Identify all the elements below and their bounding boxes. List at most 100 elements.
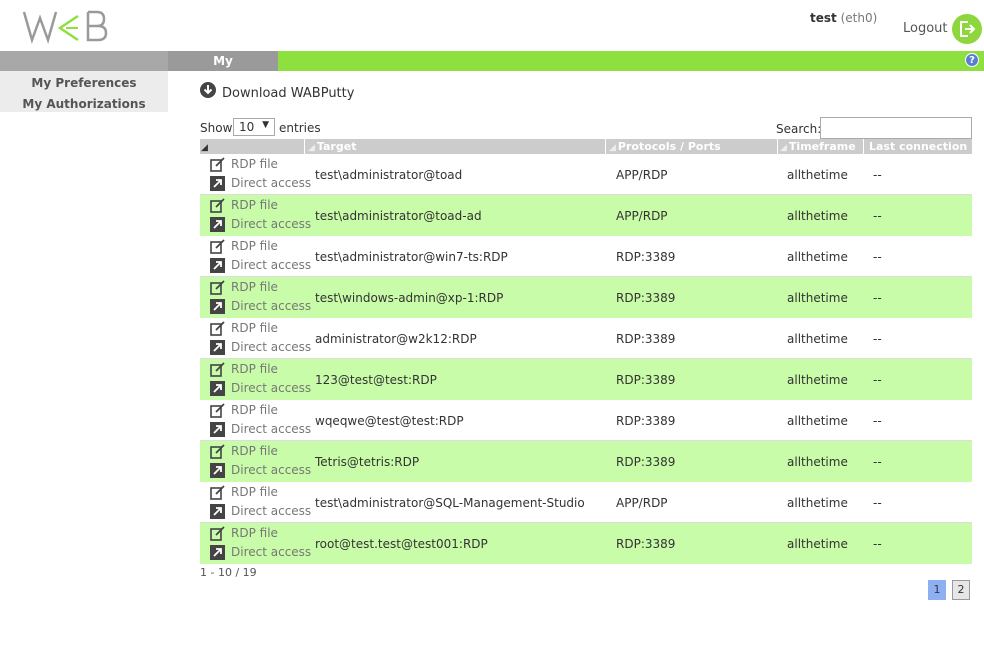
chevron-down-icon: ▼ [262,120,269,130]
show-label: Show [200,121,233,135]
external-link-icon [210,545,225,560]
sidebar: My Preferences My Authorizations [0,71,168,112]
edit-icon [210,362,225,377]
last-connection-cell: -- [873,537,882,551]
interface-label: (eth0) [840,11,878,25]
table-row: RDP file Direct access wqeqwe@test@test:RD… [200,400,972,441]
target-cell: Tetris@tetris:RDP [315,455,420,469]
last-connection-cell: -- [873,291,882,305]
target-cell: administrator@w2k12:RDP [315,332,477,346]
sort-icon: ◢ [609,143,616,153]
wab-logo [22,8,112,45]
timeframe-cell: allthetime [787,373,848,387]
username: test [810,11,837,25]
sidebar-item-authorizations[interactable]: My Authorizations [0,97,168,111]
page-button-1[interactable]: 1 [928,580,946,600]
entries-label: entries [279,121,321,135]
column-divider [777,139,778,154]
column-timeframe-label: Timeframe [788,140,856,153]
entries-select[interactable]: 10 ▼ [233,118,275,136]
external-link-icon [210,176,225,191]
timeframe-cell: allthetime [787,455,848,469]
column-actions-sort[interactable]: ◢ [201,139,210,154]
table-row: RDP file Direct access test\administrator@… [200,195,972,236]
entries-value: 10 [239,120,255,134]
rdp-file-label: RDP file [231,280,278,294]
rdp-file-label: RDP file [231,321,278,335]
column-divider [605,139,606,154]
rdp-file-label: RDP file [231,444,278,458]
search-label: Search: [776,122,822,136]
sort-icon: ◢ [308,143,315,153]
protocol-cell: RDP:3389 [616,373,676,387]
rdp-file-label: RDP file [231,239,278,253]
rdp-file-label: RDP file [231,526,278,540]
download-icon[interactable] [200,82,216,98]
direct-access-label: Direct access [231,463,312,477]
protocol-cell: RDP:3389 [616,250,676,264]
column-timeframe[interactable]: ◢ Timeframe [780,139,856,154]
target-cell: test\administrator@toad [315,168,463,182]
rdp-file-label: RDP file [231,403,278,417]
table-row: RDP file Direct access test\administrator@… [200,482,972,523]
column-target[interactable]: ◢ Target [308,139,356,154]
protocol-cell: RDP:3389 [616,291,676,305]
edit-icon [210,280,225,295]
nav-bar [168,51,984,71]
edit-icon [210,321,225,336]
last-connection-cell: -- [873,496,882,510]
rdp-file-label: RDP file [231,198,278,212]
edit-icon [210,485,225,500]
timeframe-cell: allthetime [787,168,848,182]
protocol-cell: APP/RDP [616,209,668,223]
column-divider [863,139,864,154]
table-row: RDP file Direct access 123@test@test:RDP RD… [200,359,972,400]
target-cell: test\administrator@win7-ts:RDP [315,250,508,264]
external-link-icon [210,381,225,396]
timeframe-cell: allthetime [787,332,848,346]
edit-icon [210,198,225,213]
target-cell: root@test.test@test001:RDP [315,537,488,551]
last-connection-cell: -- [873,209,882,223]
column-last-connection-label: Last connection [869,140,968,153]
timeframe-cell: allthetime [787,209,848,223]
table-header: ◢ ◢ Target ◢ Protocols / Ports ◢ Timeframe … [200,139,972,154]
timeframe-cell: allthetime [787,496,848,510]
target-cell: test\windows-admin@xp-1:RDP [315,291,504,305]
user-info: test (eth0) [810,11,877,25]
column-divider [304,139,305,154]
edit-icon [210,403,225,418]
logout-link[interactable]: Logout [903,21,948,36]
target-cell: test\administrator@SQL-Management-Studio [315,496,585,510]
direct-access-label: Direct access [231,381,312,395]
table-row: RDP file Direct access root@test.test@test… [200,523,972,564]
timeframe-cell: allthetime [787,250,848,264]
column-protocols[interactable]: ◢ Protocols / Ports [609,139,721,154]
protocol-cell: APP/RDP [616,496,668,510]
table-row: RDP file Direct access test\administrator@… [200,154,972,195]
column-last-connection[interactable]: Last connection [869,139,967,154]
logout-icon [960,21,976,37]
page-button-2[interactable]: 2 [952,580,970,600]
last-connection-cell: -- [873,373,882,387]
download-wabputty-link[interactable]: Download WABPutty [222,86,354,101]
external-link-icon [210,340,225,355]
rdp-file-label: RDP file [231,362,278,376]
tab-my-authorizations[interactable]: My authorizations [168,51,278,88]
direct-access-label: Direct access [231,217,312,231]
sidebar-item-preferences[interactable]: My Preferences [0,76,168,90]
direct-access-label: Direct access [231,545,312,559]
last-connection-cell: -- [873,250,882,264]
sort-icon: ◢ [780,143,787,153]
edit-icon [210,444,225,459]
help-icon[interactable]: ? [965,53,979,67]
protocol-cell: RDP:3389 [616,414,676,428]
external-link-icon [210,258,225,273]
external-link-icon [210,504,225,519]
last-connection-cell: -- [873,414,882,428]
search-input[interactable] [820,117,972,139]
column-target-label: Target [316,140,357,153]
direct-access-label: Direct access [231,504,312,518]
logout-button[interactable] [952,14,982,44]
protocol-cell: RDP:3389 [616,455,676,469]
